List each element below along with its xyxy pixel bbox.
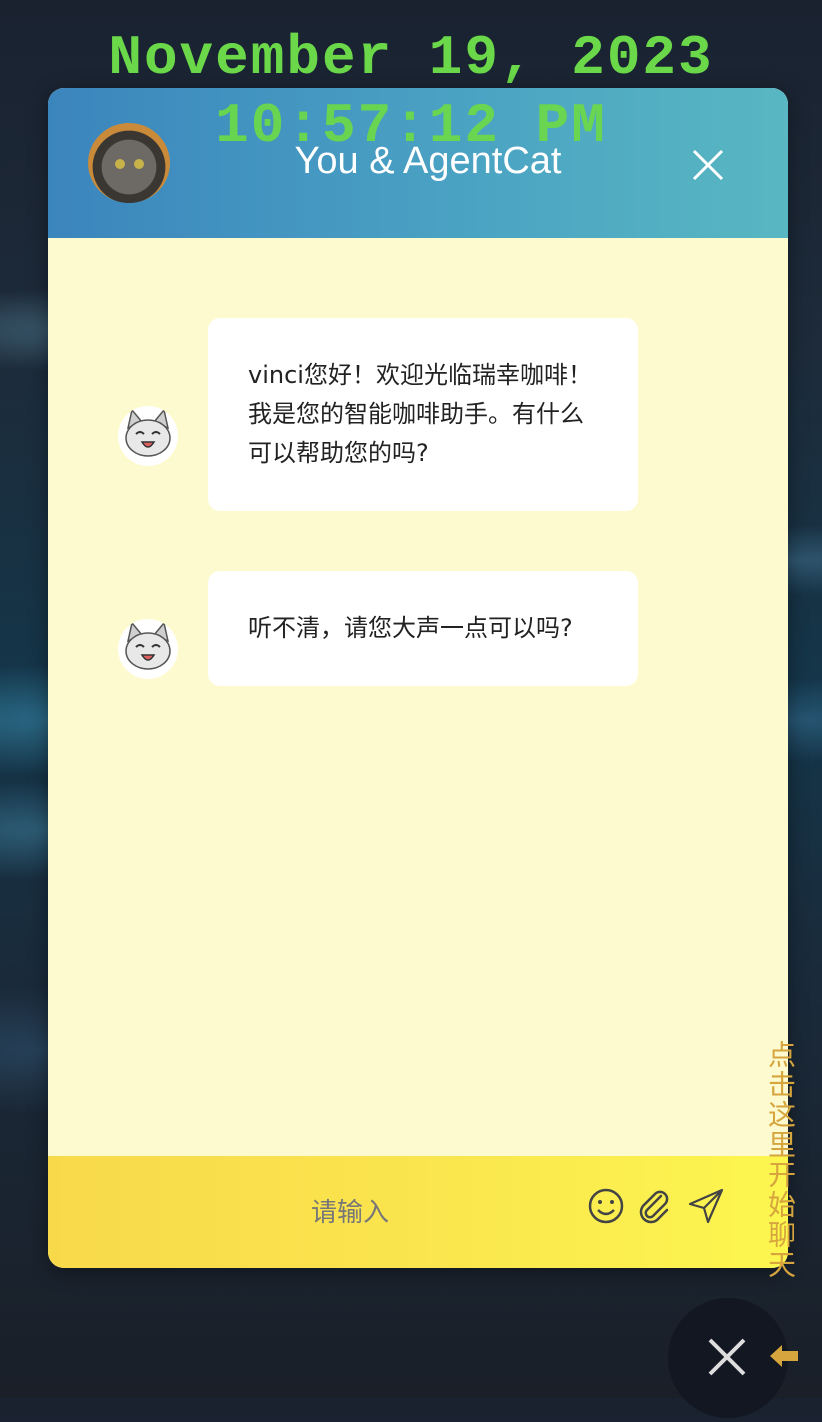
close-chat-button[interactable] xyxy=(688,145,728,185)
send-icon xyxy=(688,1188,724,1224)
chat-header: You & AgentCat xyxy=(48,88,788,238)
chat-window: You & AgentCat vinci您好！欢迎光临瑞幸咖啡！我是您的智能咖啡… xyxy=(48,88,788,1268)
message-bubble: vinci您好！欢迎光临瑞幸咖啡！我是您的智能咖啡助手。有什么可以帮助您的吗? xyxy=(208,318,638,511)
close-icon xyxy=(692,149,724,181)
message-input[interactable] xyxy=(88,1186,612,1240)
cartoon-cat-icon xyxy=(118,619,178,679)
paperclip-icon xyxy=(639,1190,669,1224)
cartoon-cat-icon xyxy=(118,406,178,466)
chat-title: You & AgentCat xyxy=(294,140,562,182)
send-button[interactable] xyxy=(686,1186,726,1226)
attach-button[interactable] xyxy=(633,1186,673,1226)
input-bar xyxy=(48,1156,788,1268)
message-list: vinci您好！欢迎光临瑞幸咖啡！我是您的智能咖啡助手。有什么可以帮助您的吗? … xyxy=(48,238,788,1156)
start-chat-hint[interactable]: 点击这里开始聊天 xyxy=(764,1040,800,1280)
message-bubble: 听不清，请您大声一点可以吗? xyxy=(208,571,638,686)
smiley-icon xyxy=(588,1188,624,1224)
arrow-left-icon xyxy=(770,1345,798,1367)
clock-date: November 19, 2023 xyxy=(108,26,714,90)
emoji-button[interactable] xyxy=(586,1186,626,1226)
